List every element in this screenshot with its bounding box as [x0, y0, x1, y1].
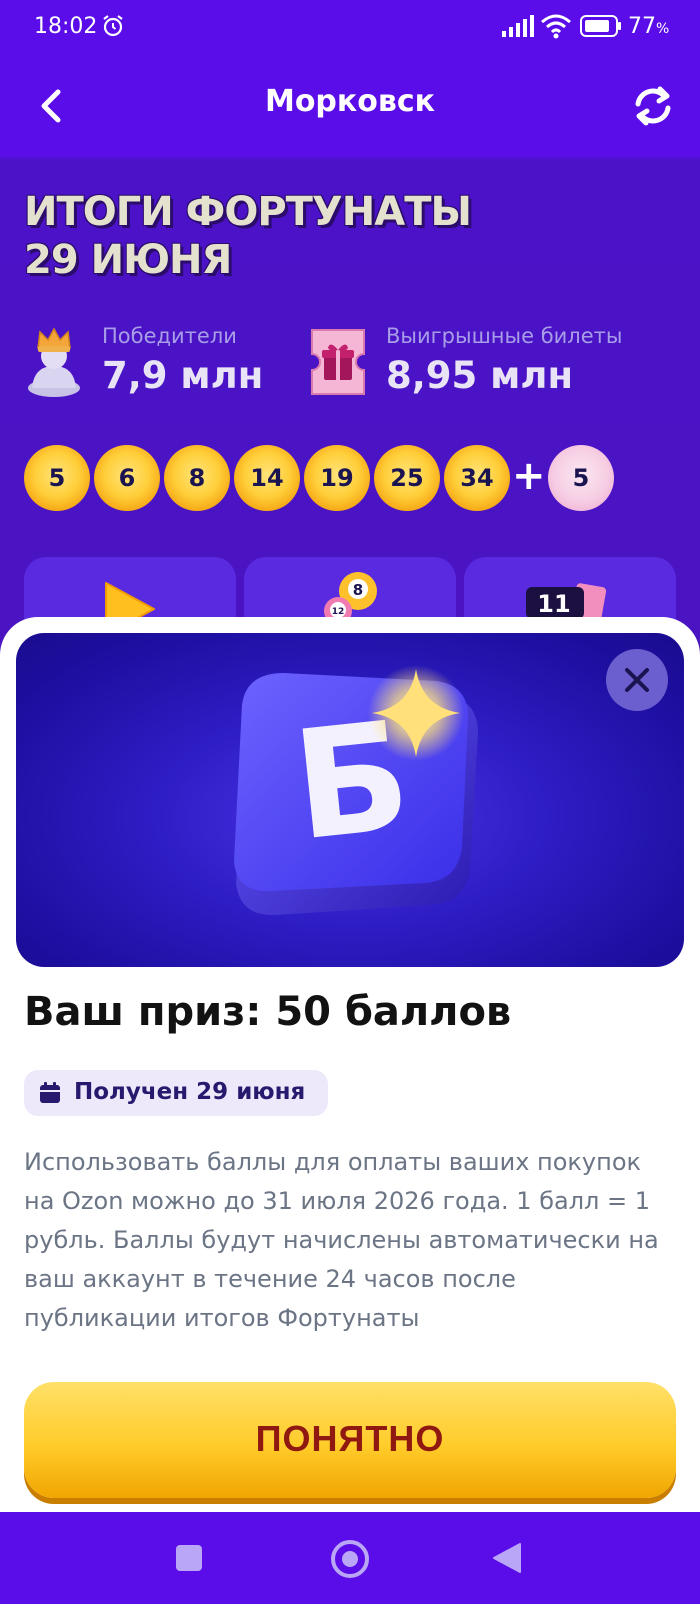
- close-button[interactable]: [606, 649, 668, 711]
- home-button[interactable]: [331, 1540, 369, 1578]
- app-header: Морковск: [0, 56, 700, 156]
- received-date-chip: Получен 29 июня: [24, 1070, 328, 1116]
- prize-description: Использовать баллы для оплаты ваших поку…: [24, 1148, 659, 1332]
- battery-percent: 77%: [628, 14, 670, 39]
- alarm-icon: [103, 15, 123, 37]
- tile-ball-8: 8: [353, 581, 363, 599]
- signal-icon: [502, 15, 534, 37]
- number-ball: 19: [304, 445, 370, 511]
- system-back-icon[interactable]: [492, 1542, 522, 1574]
- ok-button[interactable]: ПОНЯТНО: [24, 1382, 676, 1498]
- results-title-line2: 29 ИЮНЯ: [24, 237, 232, 283]
- system-nav-bar: [0, 1512, 700, 1604]
- tile-ticket-count: 11: [537, 590, 570, 618]
- bonus-ball: 5: [548, 445, 614, 511]
- screen: 18:02 77% Морковск ИТОГИ ФОРТУНАТЫ 29 ИЮ…: [0, 0, 700, 1604]
- recent-apps-button[interactable]: [176, 1545, 202, 1571]
- home-dot: [342, 1551, 358, 1567]
- tickets-stat: Выигрышные билеты 8,95 млн: [308, 322, 688, 402]
- crown-icon: [28, 327, 80, 397]
- refresh-icon[interactable]: [630, 80, 676, 132]
- number-ball: 8: [164, 445, 230, 511]
- number-ball: 34: [444, 445, 510, 511]
- bonus-points-badge-icon: Б: [234, 665, 478, 916]
- prize-banner: Б: [16, 633, 684, 967]
- received-date-label: Получен 29 июня: [74, 1079, 306, 1105]
- winners-value: 7,9 млн: [102, 354, 264, 397]
- status-bar: 18:02 77%: [0, 0, 700, 56]
- ticket-gift-icon: [311, 329, 365, 395]
- results-title-line1: ИТОГИ ФОРТУНАТЫ: [24, 189, 472, 235]
- winning-numbers: 5 6 8 14 19 25 34 + 5: [24, 445, 664, 511]
- prize-title: Ваш приз: 50 баллов: [24, 989, 512, 1035]
- calendar-icon: [40, 1082, 60, 1103]
- tile-ball-12: 12: [332, 607, 345, 617]
- winners-label: Победители: [102, 324, 237, 348]
- tickets-value: 8,95 млн: [386, 354, 574, 397]
- number-ball: 6: [94, 445, 160, 511]
- battery-icon: [580, 15, 621, 37]
- number-ball: 25: [374, 445, 440, 511]
- tickets-label: Выигрышные билеты: [386, 324, 623, 348]
- number-ball: 5: [24, 445, 90, 511]
- prize-sheet: Б Ваш приз: 50 баллов Получен 29 июня Ис…: [0, 617, 700, 1513]
- winners-stat: Победители 7,9 млн: [24, 322, 294, 402]
- ok-button-label: ПОНЯТНО: [255, 1418, 445, 1459]
- results-title: ИТОГИ ФОРТУНАТЫ 29 ИЮНЯ: [24, 188, 624, 284]
- number-ball: 14: [234, 445, 300, 511]
- status-time: 18:02: [34, 14, 98, 39]
- close-icon: [625, 668, 649, 692]
- header-title: Морковск: [264, 84, 436, 119]
- wifi-icon: [541, 14, 571, 39]
- plus-sign: +: [512, 453, 546, 499]
